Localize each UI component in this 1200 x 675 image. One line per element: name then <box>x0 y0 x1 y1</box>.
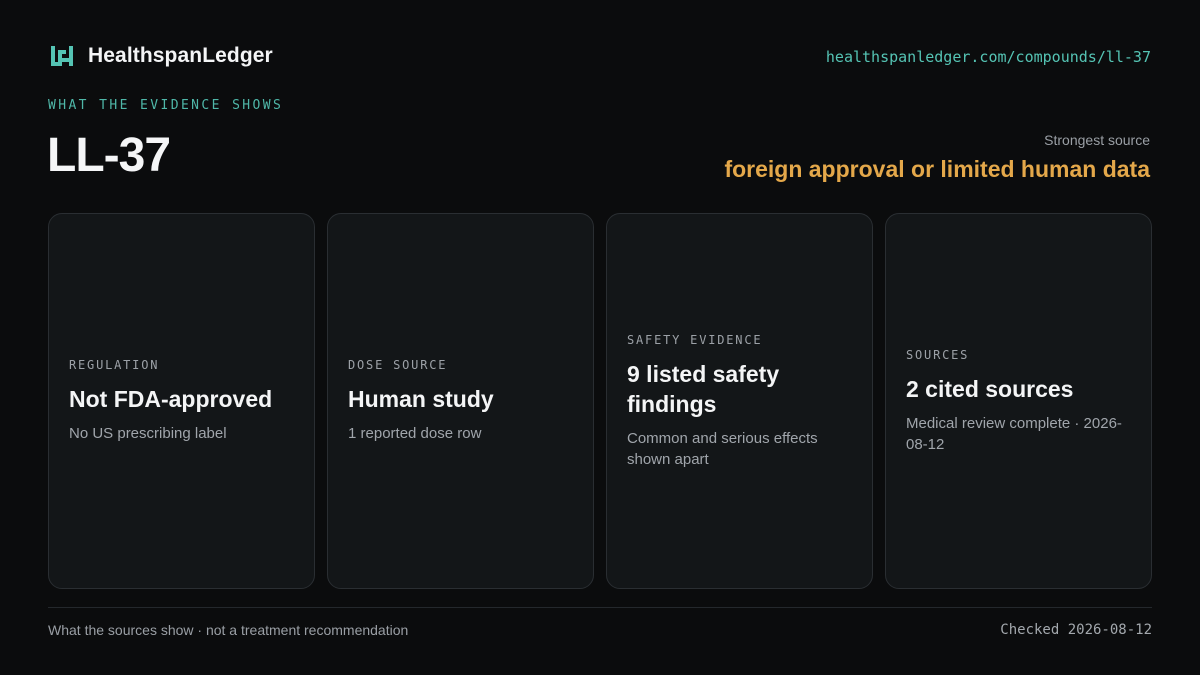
card-regulation: REGULATION Not FDA-approved No US prescr… <box>48 213 315 589</box>
card-value: Human study <box>348 386 494 412</box>
card-value: Not FDA-approved <box>69 386 273 412</box>
footer-disclaimer: What the sources show · not a treatment … <box>48 622 409 638</box>
brand-name: HealthspanLedger <box>88 44 273 67</box>
footer-divider <box>48 607 1152 608</box>
footer-checked-date: Checked 2026-08-12 <box>1000 622 1152 638</box>
strongest-source-label: Strongest source <box>1044 132 1150 148</box>
card-safety-evidence: SAFETY EVIDENCE 9 listed safety findings… <box>606 213 873 589</box>
brand: HealthspanLedger <box>50 44 273 68</box>
card-sources: SOURCES 2 cited sources Medical review c… <box>885 213 1152 589</box>
card-label: SOURCES <box>906 347 970 362</box>
ledger-mark-icon <box>51 46 73 66</box>
strongest-source: Strongest source foreign approval or lim… <box>724 132 1150 183</box>
card-note: Common and serious effects shown apart <box>627 429 818 468</box>
card-label: SAFETY EVIDENCE <box>627 332 763 347</box>
evidence-cards: REGULATION Not FDA-approved No US prescr… <box>48 213 1152 589</box>
page-title: LL-37 <box>47 129 171 182</box>
card-label: REGULATION <box>69 358 160 372</box>
card-label: DOSE SOURCE <box>348 358 448 372</box>
section-eyebrow: WHAT THE EVIDENCE SHOWS <box>48 98 284 113</box>
card-dose-source: DOSE SOURCE Human study 1 reported dose … <box>327 213 594 589</box>
strongest-source-value: foreign approval or limited human data <box>724 156 1150 182</box>
card-value: 2 cited sources <box>906 375 1074 402</box>
card-value: 9 listed safety findings <box>627 360 780 417</box>
card-note: 1 reported dose row <box>348 425 482 442</box>
card-note: No US prescribing label <box>69 425 227 442</box>
card-note: Medical review complete · 2026-08-12 <box>906 414 1122 453</box>
site-url-link[interactable]: healthspanledger.com/compounds/ll-37 <box>826 48 1151 66</box>
